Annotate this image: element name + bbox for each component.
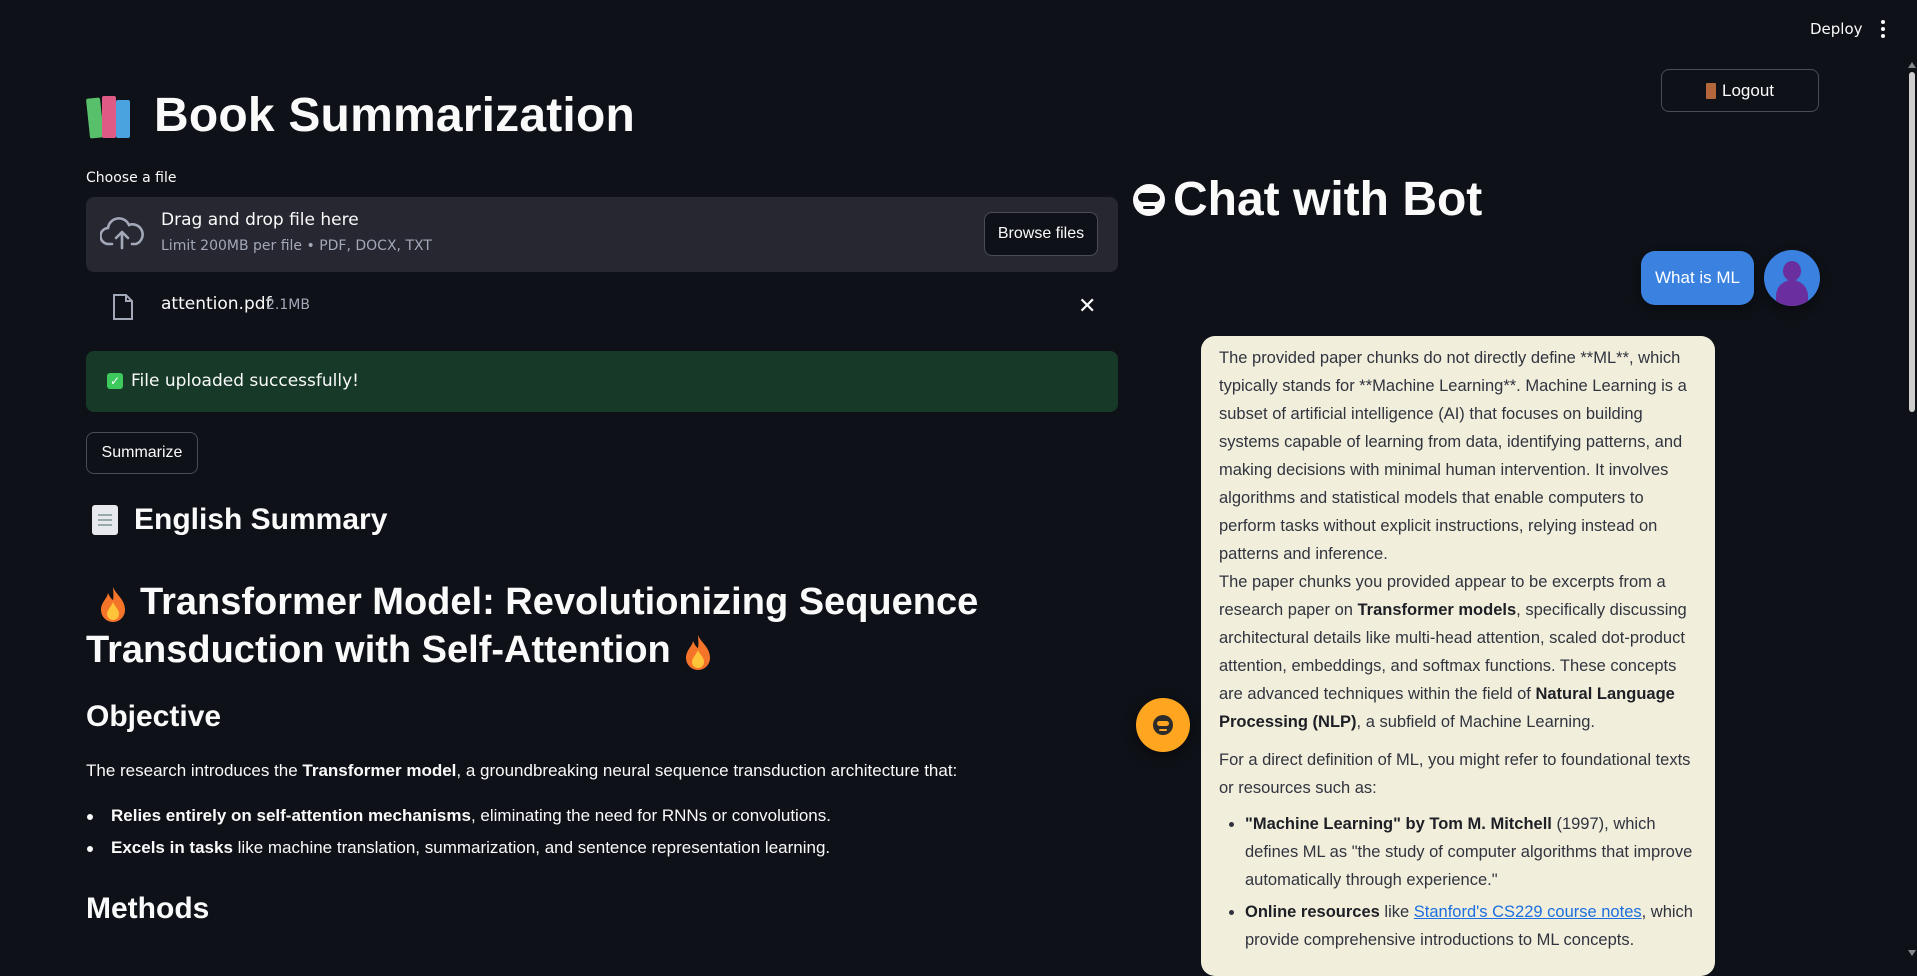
books-icon [85, 94, 136, 139]
close-icon[interactable]: ✕ [1078, 294, 1096, 319]
summarize-button[interactable]: Summarize [86, 432, 198, 474]
uploaded-file-size: 2.1MB [266, 297, 310, 313]
browse-files-button[interactable]: Browse files [984, 212, 1098, 256]
dropzone-limit-text: Limit 200MB per file • PDF, DOCX, TXT [161, 238, 432, 254]
floating-bot-button[interactable] [1136, 698, 1190, 752]
bot-list: "Machine Learning" by Tom M. Mitchell (1… [1219, 810, 1703, 954]
bot-paragraph: The provided paper chunks do not directl… [1219, 349, 1687, 563]
success-message: File uploaded successfully! [131, 371, 359, 391]
chat-title-text: Chat with Bot [1173, 173, 1483, 226]
logout-button[interactable]: Logout [1661, 69, 1819, 112]
list-item: Relies entirely on self-attention mechan… [87, 806, 831, 826]
summary-title-text: Transformer Model: Revolutionizing Seque… [86, 581, 979, 671]
objective-intro: The research introduces the Transformer … [86, 761, 958, 780]
file-uploader-label: Choose a file [86, 170, 177, 186]
scroll-up-arrow-icon[interactable] [1908, 62, 1916, 68]
bot-paragraph: For a direct definition of ML, you might… [1219, 751, 1691, 797]
bot-icon [1133, 183, 1165, 216]
objective-heading: Objective [86, 700, 222, 733]
document-icon [92, 505, 118, 535]
summary-title: Transformer Model: Revolutionizing Seque… [86, 578, 986, 674]
uploaded-file-name: attention.pdf [161, 294, 272, 314]
bot-message-bubble: The provided paper chunks do not directl… [1201, 336, 1715, 976]
dropzone-instructions: Drag and drop file here [161, 210, 359, 230]
user-avatar-icon [1764, 250, 1820, 306]
flame-icon [685, 634, 710, 670]
bot-icon [1153, 715, 1173, 735]
english-summary-heading: English Summary [92, 503, 387, 537]
file-dropzone[interactable] [86, 197, 1118, 272]
list-item: Online resources like Stanford's CS229 c… [1245, 898, 1703, 954]
list-item: Excels in tasks like machine translation… [87, 838, 830, 858]
door-icon [1706, 82, 1716, 99]
list-item: "Machine Learning" by Tom M. Mitchell (1… [1245, 810, 1703, 894]
cloud-upload-icon [100, 217, 144, 250]
scroll-down-arrow-icon[interactable] [1908, 950, 1916, 956]
file-icon [113, 294, 133, 320]
user-message-bubble: What is ML [1641, 251, 1754, 305]
cs229-link[interactable]: Stanford's CS229 course notes [1414, 903, 1642, 921]
check-icon: ✓ [107, 373, 123, 389]
more-options-icon[interactable] [1872, 12, 1894, 46]
page-title-text: Book Summarization [154, 89, 635, 142]
scrollbar-thumb[interactable] [1909, 72, 1915, 412]
deploy-button[interactable]: Deploy [1800, 14, 1873, 44]
flame-icon [101, 586, 125, 622]
english-summary-text: English Summary [134, 503, 388, 536]
methods-heading: Methods [86, 892, 210, 925]
page-title: Book Summarization [85, 88, 635, 143]
bot-paragraph: The paper chunks you provided appear to … [1219, 573, 1687, 731]
chat-title: Chat with Bot [1133, 172, 1482, 227]
